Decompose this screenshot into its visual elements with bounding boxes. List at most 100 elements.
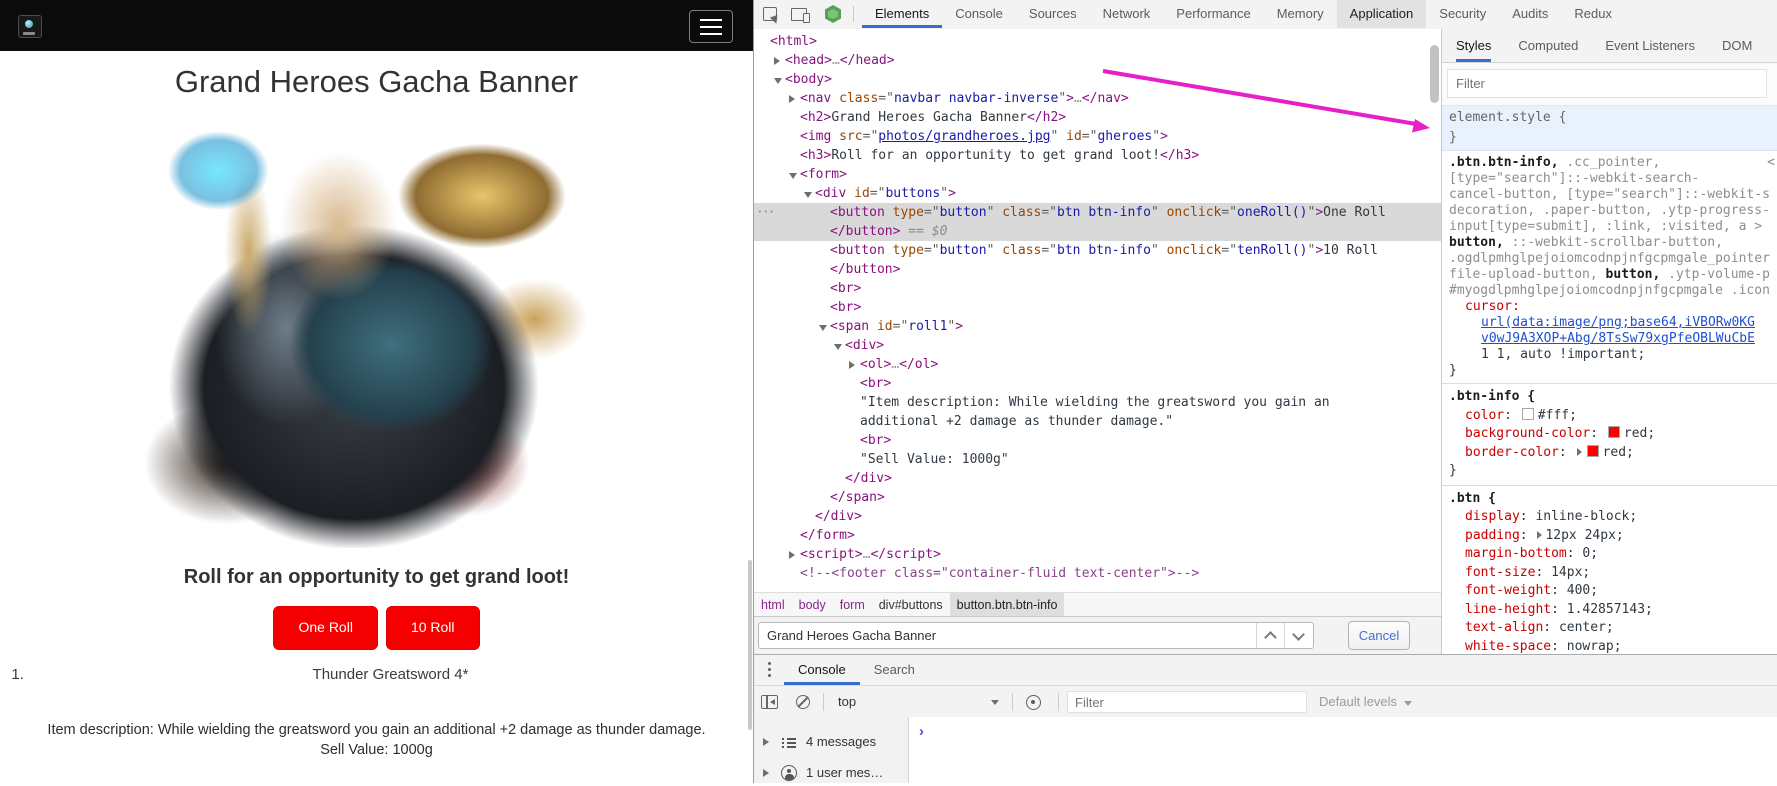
drawer-tab-console[interactable]: Console: [784, 655, 860, 685]
breadcrumb-item[interactable]: form: [833, 593, 872, 616]
tab-audits[interactable]: Audits: [1499, 0, 1561, 28]
tree-line[interactable]: <img src="photos/grandheroes.jpg" id="gh…: [754, 127, 1441, 146]
color-swatch[interactable]: [1522, 408, 1534, 420]
sidebar-tab-dom[interactable]: DOM: [1722, 29, 1752, 62]
inspect-icon[interactable]: [763, 7, 777, 21]
css-declaration[interactable]: text-align: center;: [1449, 619, 1777, 638]
tree-line[interactable]: <h3>Roll for an opportunity to get grand…: [754, 146, 1441, 165]
cancel-button[interactable]: Cancel: [1348, 621, 1410, 650]
css-rule-cursor[interactable]: <.btn.btn-info, .cc_pointer,[type="searc…: [1442, 151, 1777, 384]
sidebar-tab-event-listeners[interactable]: Event Listeners: [1605, 29, 1695, 62]
tab-network[interactable]: Network: [1090, 0, 1164, 28]
collapse-arrow-icon[interactable]: [774, 78, 782, 84]
tree-line[interactable]: </div>: [754, 507, 1441, 526]
collapse-arrow-icon[interactable]: [819, 325, 827, 331]
element-style-rule[interactable]: element.style { }: [1442, 106, 1777, 151]
sidebar-toggle-icon[interactable]: [761, 695, 778, 709]
color-swatch[interactable]: [1608, 426, 1620, 438]
expand-arrow-icon[interactable]: [1537, 531, 1542, 539]
one-roll-button[interactable]: One Roll: [273, 606, 377, 650]
css-declaration[interactable]: border-color: red;: [1449, 444, 1777, 463]
style-source-link[interactable]: <: [1767, 155, 1775, 171]
tree-line[interactable]: <head>…</head>: [754, 51, 1441, 70]
tree-line[interactable]: "Item description: While wielding the gr…: [754, 393, 1441, 412]
previous-match-button[interactable]: [1256, 623, 1284, 648]
expand-arrow-icon[interactable]: [774, 57, 780, 65]
data-url-link[interactable]: url(data:image/png;base64,iVBORw0KG: [1481, 315, 1755, 330]
tree-line[interactable]: <br>: [754, 431, 1441, 450]
tab-redux[interactable]: Redux: [1561, 0, 1625, 28]
device-toolbar-icon[interactable]: [791, 8, 807, 21]
css-declaration[interactable]: font-weight: 400;: [1449, 582, 1777, 601]
tree-line[interactable]: <nav class="navbar navbar-inverse">…</na…: [754, 89, 1441, 108]
tree-line[interactable]: <script>…</script>: [754, 545, 1441, 564]
tree-line[interactable]: <span id="roll1">: [754, 317, 1441, 336]
css-declaration[interactable]: cursor:: [1449, 299, 1777, 315]
tree-line[interactable]: <br>: [754, 279, 1441, 298]
tab-sources[interactable]: Sources: [1016, 0, 1090, 28]
tree-line[interactable]: <br>: [754, 298, 1441, 317]
kebab-menu-icon[interactable]: [768, 662, 771, 680]
collapse-arrow-icon[interactable]: [789, 173, 797, 179]
tree-line[interactable]: additional +2 damage as thunder damage.": [754, 412, 1441, 431]
context-selector[interactable]: top: [838, 686, 856, 718]
css-rule-btn-info[interactable]: .btn-info {color: #fff;background-color:…: [1442, 384, 1777, 486]
tab-memory[interactable]: Memory: [1264, 0, 1337, 28]
console-messages-area[interactable]: ›: [909, 717, 1777, 783]
breadcrumb-item[interactable]: button.btn.btn-info: [950, 593, 1065, 616]
expand-arrow-icon[interactable]: [789, 551, 795, 559]
search-input[interactable]: [758, 622, 1314, 649]
sidebar-tab-computed[interactable]: Computed: [1518, 29, 1578, 62]
log-levels-dropdown[interactable]: Default levels: [1319, 686, 1412, 718]
data-url-link[interactable]: v0wJ9A3XOP+Abg/8TsSw79xgPfeOBLWuCbE: [1481, 331, 1755, 346]
tree-line[interactable]: <h2>Grand Heroes Gacha Banner</h2>: [754, 108, 1441, 127]
css-declaration[interactable]: line-height: 1.42857143;: [1449, 601, 1777, 620]
tree-line[interactable]: "Sell Value: 1000g": [754, 450, 1441, 469]
tree-line[interactable]: <body>: [754, 70, 1441, 89]
tab-performance[interactable]: Performance: [1163, 0, 1263, 28]
elements-scrollbar[interactable]: [1430, 45, 1439, 103]
console-group-1-user-mes-[interactable]: 1 user mes…: [754, 762, 908, 786]
console-filter-input[interactable]: [1067, 691, 1307, 713]
tab-application[interactable]: Application: [1337, 0, 1427, 28]
css-rule-btn[interactable]: .btn {display: inline-block;padding: 12p…: [1442, 486, 1777, 655]
expand-arrow-icon[interactable]: [849, 361, 855, 369]
10-roll-button[interactable]: 10 Roll: [386, 606, 480, 650]
tree-line[interactable]: <button type="button" class="btn btn-inf…: [754, 241, 1441, 260]
tree-line[interactable]: <div>: [754, 336, 1441, 355]
clear-console-icon[interactable]: [796, 695, 810, 709]
tree-line[interactable]: </span>: [754, 488, 1441, 507]
next-match-button[interactable]: [1284, 623, 1312, 648]
tree-line[interactable]: <form>: [754, 165, 1441, 184]
eye-icon[interactable]: [1026, 695, 1041, 710]
breadcrumb-item[interactable]: html: [754, 593, 792, 616]
expand-arrow-icon[interactable]: [789, 95, 795, 103]
tree-line[interactable]: </button> == $0: [754, 222, 1441, 241]
collapse-arrow-icon[interactable]: [834, 344, 842, 350]
color-swatch[interactable]: [1587, 445, 1599, 457]
tree-line[interactable]: </button>: [754, 260, 1441, 279]
tree-line[interactable]: <div id="buttons">: [754, 184, 1441, 203]
extension-hexagon-icon[interactable]: [825, 5, 841, 23]
css-declaration[interactable]: white-space: nowrap;: [1449, 638, 1777, 655]
css-declaration[interactable]: display: inline-block;: [1449, 508, 1777, 527]
tree-line[interactable]: <ol>…</ol>: [754, 355, 1441, 374]
css-declaration[interactable]: font-size: 14px;: [1449, 564, 1777, 583]
css-declaration[interactable]: padding: 12px 24px;: [1449, 527, 1777, 546]
drawer-tab-search[interactable]: Search: [860, 655, 929, 685]
tree-line[interactable]: </div>: [754, 469, 1441, 488]
sidebar-tab-styles[interactable]: Styles: [1456, 29, 1491, 62]
css-declaration[interactable]: background-color: red;: [1449, 425, 1777, 444]
hamburger-icon[interactable]: [689, 10, 733, 43]
tab-console[interactable]: Console: [942, 0, 1016, 28]
css-declaration[interactable]: color: #fff;: [1449, 407, 1777, 426]
tree-line[interactable]: </form>: [754, 526, 1441, 545]
breadcrumb-item[interactable]: div#buttons: [872, 593, 950, 616]
tree-line[interactable]: ···<button type="button" class="btn btn-…: [754, 203, 1441, 222]
expand-arrow-icon[interactable]: [763, 738, 769, 746]
expand-arrow-icon[interactable]: [763, 769, 769, 777]
breadcrumb-item[interactable]: body: [792, 593, 833, 616]
tree-line[interactable]: <br>: [754, 374, 1441, 393]
site-logo-icon[interactable]: [18, 15, 42, 38]
tab-security[interactable]: Security: [1426, 0, 1499, 28]
